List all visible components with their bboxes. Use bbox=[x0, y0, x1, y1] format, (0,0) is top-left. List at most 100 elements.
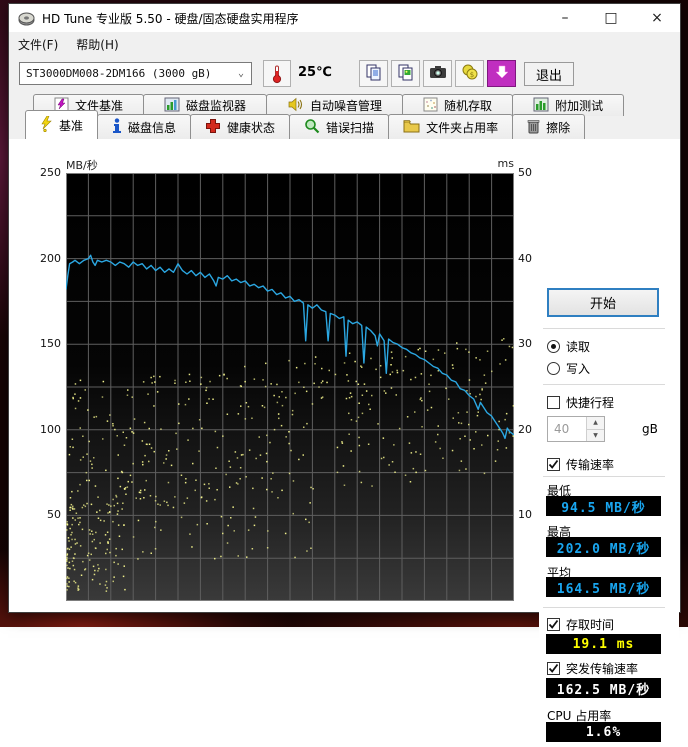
checkbox-icon bbox=[547, 396, 560, 409]
exit-button[interactable]: 退出 bbox=[524, 62, 574, 86]
drive-selector-value: ST3000DM008-2DM166 (3000 gB) bbox=[26, 67, 211, 80]
read-radio[interactable]: 读取 bbox=[547, 338, 590, 354]
window-title: HD Tune 专业版 5.50 - 硬盘/固态硬盘实用程序 bbox=[42, 10, 299, 27]
benchmark-panel: 开始 读取 写入 快捷行程 ▲ bbox=[539, 275, 679, 747]
capacity-unit-label: gB bbox=[642, 422, 658, 436]
hd-tune-window: HD Tune 专业版 5.50 - 硬盘/固态硬盘实用程序 – □ × 文件(… bbox=[8, 3, 681, 613]
chart-canvas bbox=[66, 173, 514, 601]
capacity-input[interactable] bbox=[548, 417, 584, 441]
spark-icon bbox=[40, 116, 53, 135]
tab-health-cross[interactable]: 健康状态 bbox=[190, 114, 290, 139]
transfer-rate-label: 传输速率 bbox=[566, 456, 614, 473]
separator bbox=[543, 328, 665, 329]
average-value-display: 164.5 MB/秒 bbox=[546, 577, 661, 597]
copy-image-button[interactable] bbox=[391, 60, 420, 87]
tab-label: 自动噪音管理 bbox=[310, 97, 382, 114]
tab-label: 随机存取 bbox=[444, 97, 492, 114]
info-icon bbox=[112, 118, 122, 137]
burst-rate-checkbox[interactable]: 突发传输速率 bbox=[547, 660, 638, 676]
svg-text:$: $ bbox=[469, 71, 473, 79]
right-axis-tick: 50 bbox=[518, 166, 542, 179]
benchmark-page: MB/秒ms250200150100505040302010 开始 读取 写入 … bbox=[9, 139, 680, 612]
copy-text-button[interactable] bbox=[359, 60, 388, 87]
magnifier-icon bbox=[304, 118, 320, 137]
checkbox-icon bbox=[547, 662, 560, 675]
drive-selector[interactable]: ST3000DM008-2DM166 (3000 gB) ⌄ bbox=[19, 62, 252, 85]
tab-trash[interactable]: 擦除 bbox=[512, 114, 585, 139]
tab-strip: 文件基准磁盘监视器自动噪音管理随机存取附加测试 基准磁盘信息健康状态错误扫描文件… bbox=[9, 91, 680, 139]
minimize-button[interactable]: – bbox=[542, 4, 588, 32]
access-time-checkbox[interactable]: 存取时间 bbox=[547, 616, 614, 632]
camera-icon bbox=[429, 64, 447, 83]
desktop-background: HD Tune 专业版 5.50 - 硬盘/固态硬盘实用程序 – □ × 文件(… bbox=[0, 0, 688, 627]
left-axis-tick: 100 bbox=[27, 423, 61, 436]
tab-label: 磁盘信息 bbox=[128, 119, 176, 136]
separator bbox=[543, 384, 665, 385]
burst-rate-label: 突发传输速率 bbox=[566, 660, 638, 677]
short-stroke-checkbox[interactable]: 快捷行程 bbox=[547, 394, 614, 410]
tab-speaker[interactable]: 自动噪音管理 bbox=[266, 94, 403, 116]
short-stroke-label: 快捷行程 bbox=[566, 394, 614, 411]
menu-item-file[interactable]: 文件(F) bbox=[9, 33, 67, 56]
left-axis-tick: 200 bbox=[27, 252, 61, 265]
tab-info[interactable]: 磁盘信息 bbox=[97, 114, 191, 139]
copy-image-icon bbox=[397, 63, 415, 85]
tab-label: 基准 bbox=[59, 117, 83, 134]
folder-icon bbox=[403, 119, 420, 136]
save-results-button[interactable] bbox=[487, 60, 516, 87]
left-axis-unit: MB/秒 bbox=[66, 157, 98, 173]
tab-label: 文件夹占用率 bbox=[426, 119, 498, 136]
right-axis-tick: 40 bbox=[518, 252, 542, 265]
temperature-label: 25℃ bbox=[298, 65, 332, 80]
stepper-down-icon[interactable]: ▼ bbox=[587, 430, 604, 442]
minimum-value-display: 94.5 MB/秒 bbox=[546, 496, 661, 516]
title-bar: HD Tune 专业版 5.50 - 硬盘/固态硬盘实用程序 – □ × bbox=[9, 4, 680, 32]
burst-rate-display: 162.5 MB/秒 bbox=[546, 678, 661, 698]
start-button[interactable]: 开始 bbox=[547, 288, 659, 317]
cpu-usage-display: 1.6% bbox=[546, 722, 661, 742]
coins-icon: $ bbox=[461, 63, 479, 85]
maximize-button[interactable]: □ bbox=[588, 4, 634, 32]
tab-spark[interactable]: 基准 bbox=[25, 110, 98, 139]
trash-icon bbox=[527, 118, 540, 137]
tab-magnifier[interactable]: 错误扫描 bbox=[289, 114, 389, 139]
benchmark-chart bbox=[66, 173, 514, 601]
checkbox-icon bbox=[547, 618, 560, 631]
close-button[interactable]: × bbox=[634, 4, 680, 32]
tab-folder[interactable]: 文件夹占用率 bbox=[388, 114, 513, 139]
copy-text-icon bbox=[365, 63, 383, 85]
down-arrow-icon bbox=[494, 64, 510, 84]
random-dots-icon bbox=[423, 97, 438, 115]
tab-monitor-chart[interactable]: 磁盘监视器 bbox=[143, 94, 267, 116]
tab-label: 擦除 bbox=[546, 119, 570, 136]
temperature-button[interactable] bbox=[263, 60, 291, 87]
menu-item-help[interactable]: 帮助(H) bbox=[67, 33, 127, 56]
tab-label: 健康状态 bbox=[227, 119, 275, 136]
extra-chart-icon bbox=[533, 97, 549, 115]
capacity-stepper[interactable]: ▲ ▼ bbox=[547, 416, 605, 442]
separator bbox=[543, 476, 665, 477]
access-time-label: 存取时间 bbox=[566, 616, 614, 633]
left-axis-tick: 150 bbox=[27, 337, 61, 350]
tab-label: 错误扫描 bbox=[326, 119, 374, 136]
transfer-rate-checkbox[interactable]: 传输速率 bbox=[547, 456, 614, 472]
tab-extra-chart[interactable]: 附加测试 bbox=[512, 94, 624, 116]
read-radio-label: 读取 bbox=[566, 338, 590, 355]
checkbox-icon bbox=[547, 458, 560, 471]
health-cross-icon bbox=[205, 118, 221, 137]
toolbar: ST3000DM008-2DM166 (3000 gB) ⌄ 25℃ $ 退出 bbox=[9, 56, 680, 91]
chevron-down-icon: ⌄ bbox=[238, 68, 244, 79]
right-axis-unit: ms bbox=[490, 157, 514, 170]
menu-bar: 文件(F) 帮助(H) bbox=[9, 32, 680, 56]
tab-random-dots[interactable]: 随机存取 bbox=[402, 94, 513, 116]
write-radio[interactable]: 写入 bbox=[547, 360, 590, 376]
screenshot-button[interactable] bbox=[423, 60, 452, 87]
monitor-chart-icon bbox=[164, 97, 180, 115]
access-time-display: 19.1 ms bbox=[546, 634, 661, 654]
tab-label: 磁盘监视器 bbox=[186, 97, 246, 114]
donate-button[interactable]: $ bbox=[455, 60, 484, 87]
stepper-up-icon[interactable]: ▲ bbox=[587, 417, 604, 430]
tab-label: 附加测试 bbox=[555, 97, 603, 114]
left-axis-tick: 250 bbox=[27, 166, 61, 179]
speaker-icon bbox=[287, 97, 304, 115]
